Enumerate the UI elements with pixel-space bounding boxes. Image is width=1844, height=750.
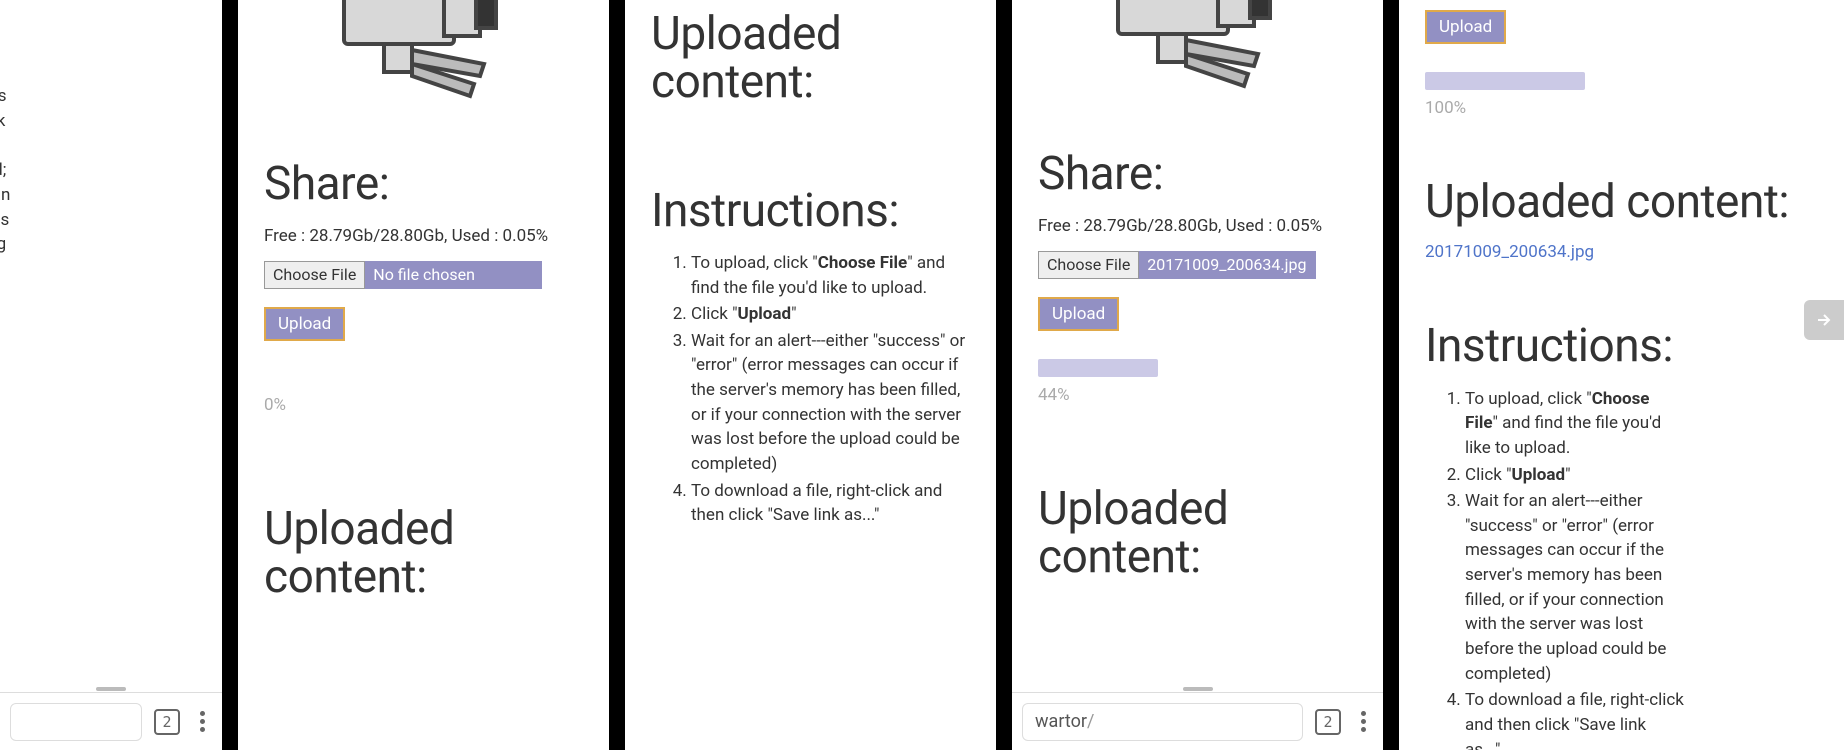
file-chooser[interactable]: Choose File No file chosen [264,261,542,289]
uploaded-heading: Uploaded content: [651,10,970,107]
menu-icon[interactable] [192,711,212,732]
welcome-paragraph: ss, anonymous data s for someone else to… [0,84,12,256]
instruction-item: Click "Upload" [691,302,970,327]
drag-handle[interactable] [96,687,126,691]
forward-fab[interactable] [1804,300,1844,340]
panel-welcome-partial: ome ss, anonymous data s for someone els… [0,0,222,750]
uploaded-heading: Uploaded content: [1038,485,1357,582]
instructions-list: To upload, click "Choose File" and find … [651,251,970,528]
instruction-item: Wait for an alert---either "success" or … [1465,489,1685,686]
uploaded-file-link[interactable]: 20171009_200634.jpg [1425,242,1844,262]
url-bar[interactable]: wartor/ [1022,703,1303,741]
browser-chrome: 2 [0,692,222,750]
uploaded-heading: Uploaded content: [264,505,583,602]
instructions-heading: Instructions: [1425,322,1844,370]
share-heading: Share: [264,160,583,208]
welcome-heading: ome [0,20,192,68]
panel-share-uploading: Share: Free : 28.79Gb/28.80Gb, Used : 0.… [1012,0,1383,750]
panel-instructions: Uploaded content: Instructions: To uploa… [625,0,996,750]
instruction-item: Click "Upload" [1465,463,1685,488]
chosen-file-display: 20171009_200634.jpg [1139,251,1316,279]
upload-button[interactable]: Upload [264,307,345,341]
storage-line: Free : 28.79Gb/28.80Gb, Used : 0.05% [1038,214,1357,239]
chosen-file-display: No file chosen [365,261,542,289]
progress-text: 100% [1425,98,1844,118]
camera-icon [1093,0,1303,110]
tab-count-button[interactable]: 2 [154,709,180,735]
upload-button[interactable]: Upload [1038,297,1119,331]
instruction-item: To upload, click "Choose File" and find … [1465,387,1685,461]
instruction-item: To download a file, right-click and then… [1465,688,1685,750]
storage-line: Free : 28.79Gb/28.80Gb, Used : 0.05% [264,224,583,249]
tab-count-button[interactable]: 2 [1315,709,1341,735]
instructions-heading: Instructions: [651,187,970,235]
url-bar[interactable] [10,703,142,741]
share-heading: Share: [1038,150,1357,198]
progress-text: 44% [1038,385,1357,405]
instruction-item: Wait for an alert---either "success" or … [691,329,970,477]
panel-upload-complete: Upload 100% Uploaded content: 20171009_2… [1399,0,1844,750]
progress-bar [1425,72,1585,90]
progress-text: 0% [264,395,583,415]
choose-file-button[interactable]: Choose File [264,261,365,289]
uploaded-heading: Uploaded content: [1425,178,1844,226]
drag-handle[interactable] [1183,687,1213,691]
browser-chrome: wartor/ 2 [1012,692,1383,750]
menu-icon[interactable] [1353,711,1373,732]
upload-button[interactable]: Upload [1425,10,1506,44]
instructions-list: To upload, click "Choose File" and find … [1425,387,1685,750]
progress-bar [1038,359,1158,377]
panel-share-empty: Share: Free : 28.79Gb/28.80Gb, Used : 0.… [238,0,609,750]
camera-icon [319,0,529,120]
instruction-item: To download a file, right-click and then… [691,479,970,528]
file-chooser[interactable]: Choose File 20171009_200634.jpg [1038,251,1316,279]
instruction-item: To upload, click "Choose File" and find … [691,251,970,300]
choose-file-button[interactable]: Choose File [1038,251,1139,279]
